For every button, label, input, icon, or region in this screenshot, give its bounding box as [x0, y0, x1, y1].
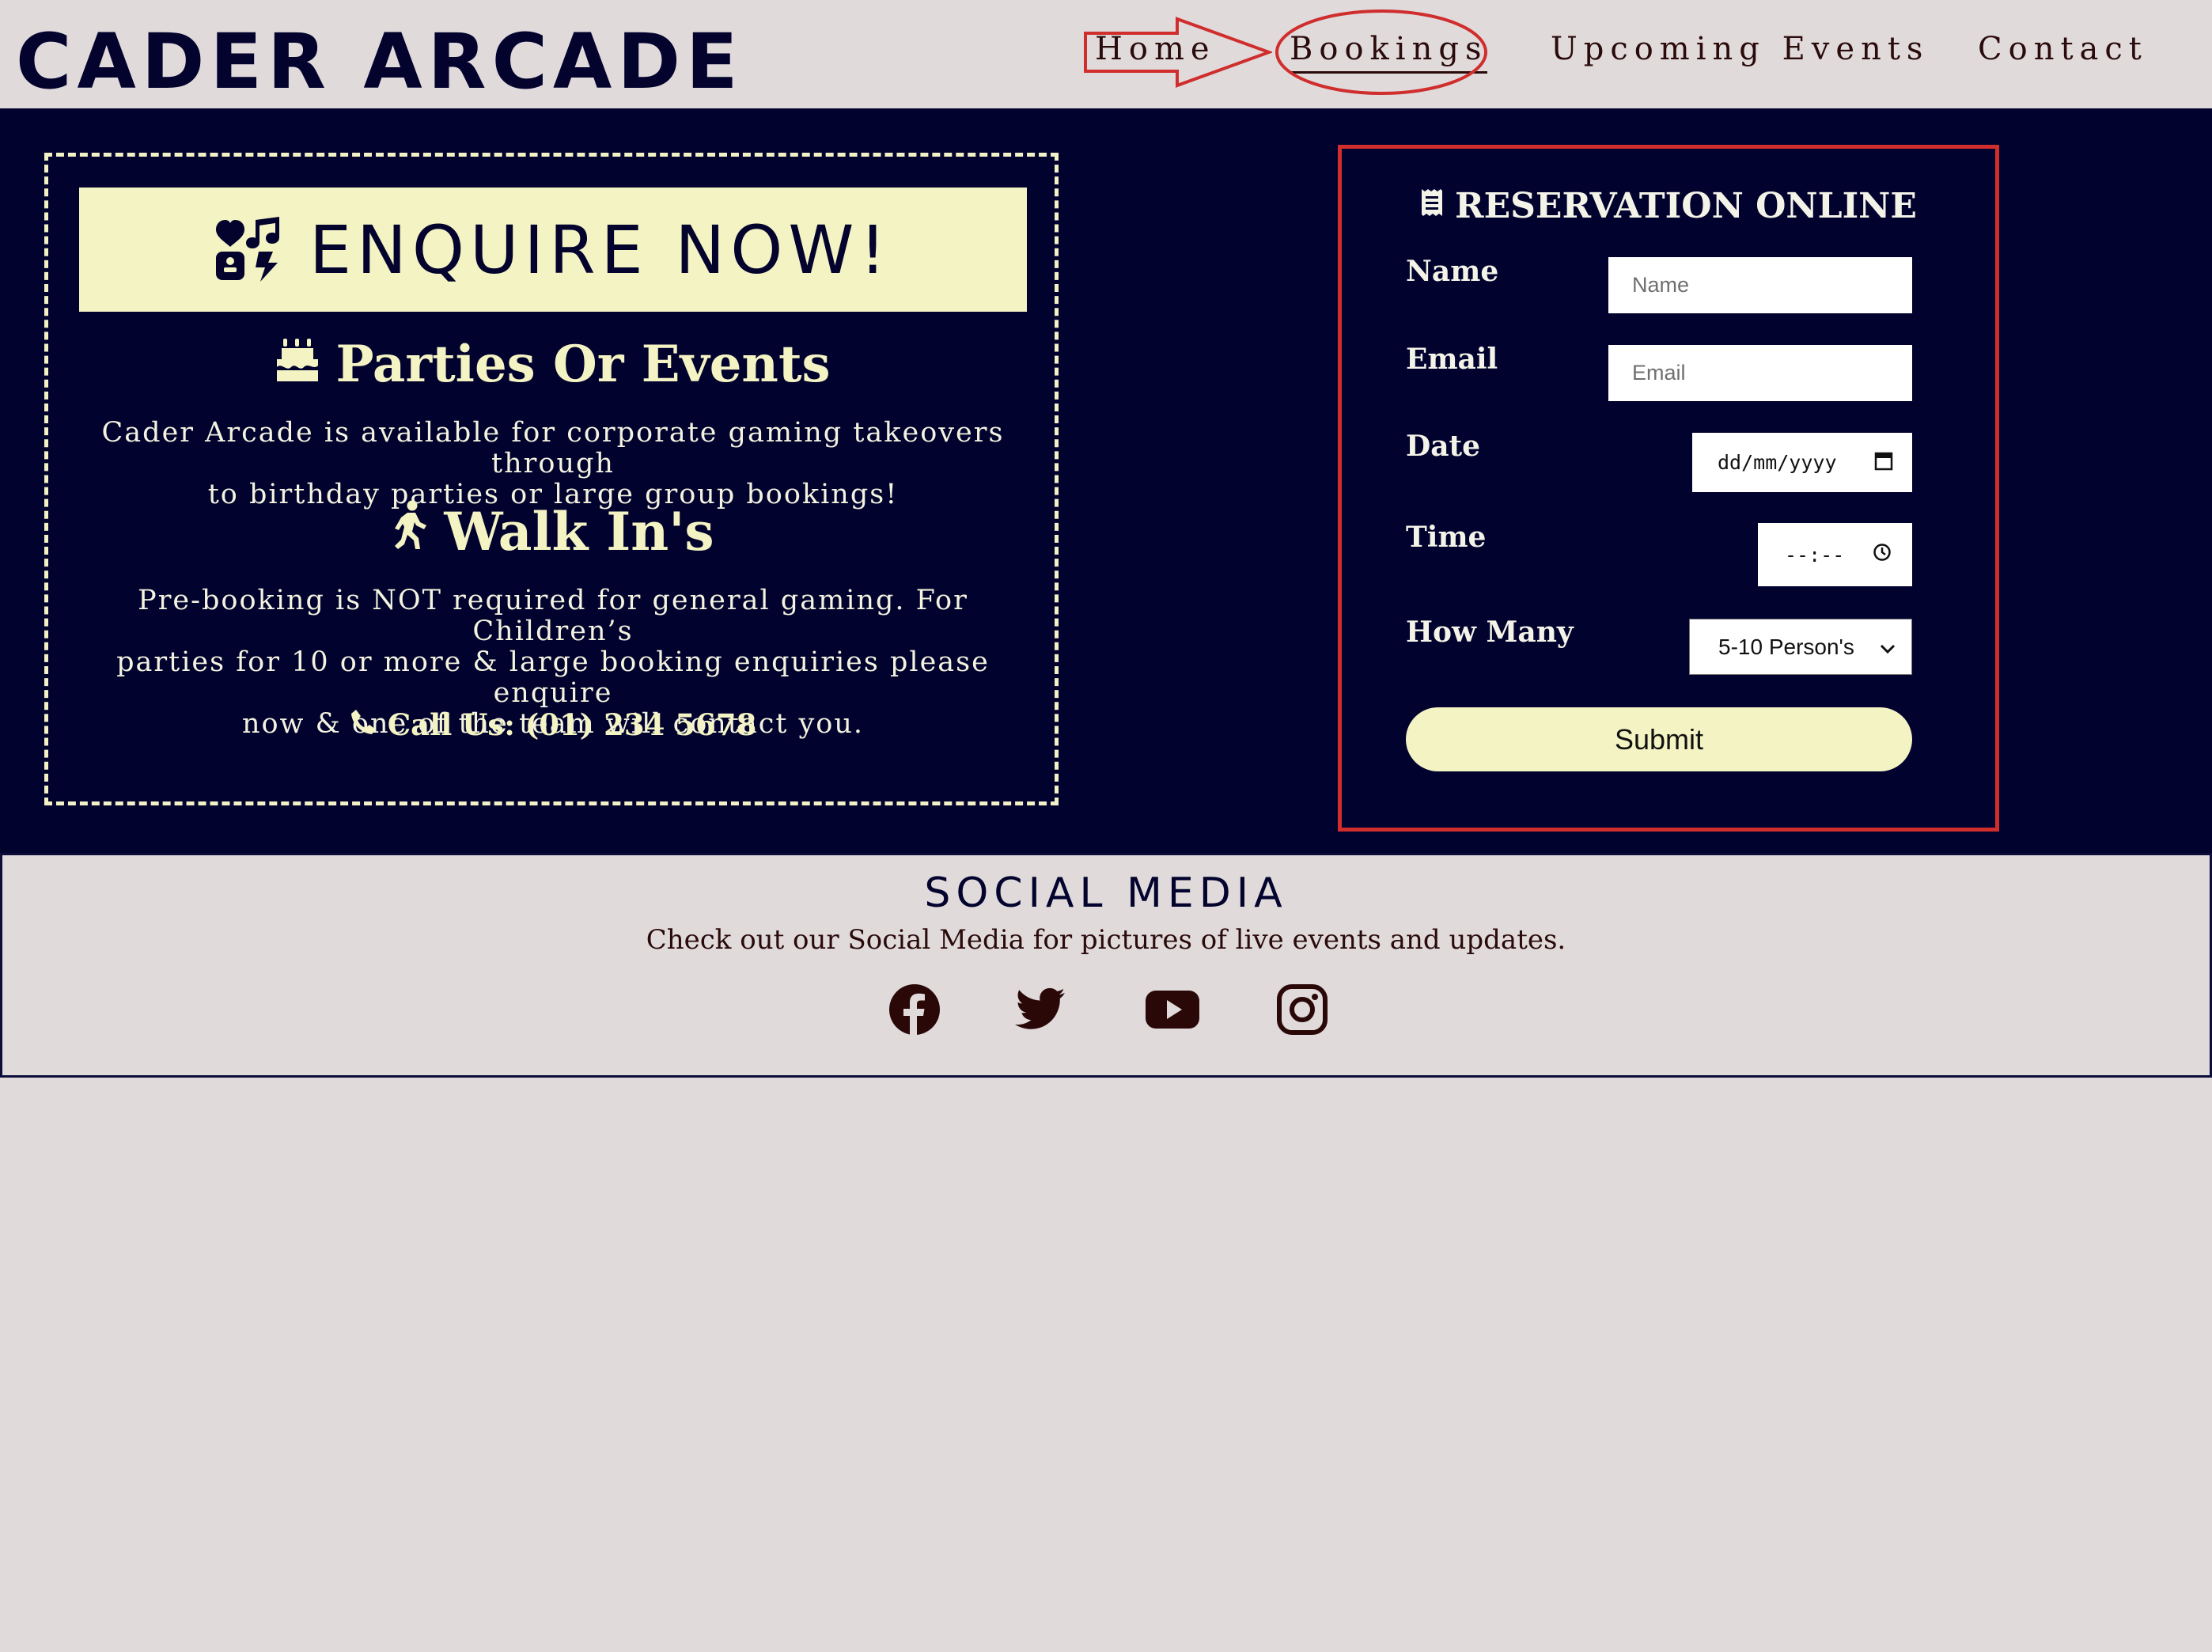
parties-heading: Parties Or Events: [79, 332, 1027, 396]
date-label: Date: [1406, 430, 1481, 463]
nav-home[interactable]: Home: [1095, 27, 1216, 71]
site-header: CADER ARCADE Home Bookings Upcoming Even…: [0, 0, 2212, 108]
parties-line-1: Cader Arcade is available for corporate …: [101, 417, 1005, 479]
date-input[interactable]: dd/mm/yyyy: [1692, 433, 1912, 492]
name-input[interactable]: Name: [1608, 257, 1912, 313]
parties-description: Cader Arcade is available for corporate …: [73, 418, 1033, 510]
walkin-heading-text: Walk In's: [444, 501, 714, 563]
chevron-down-icon: [1880, 635, 1896, 660]
call-us-text: Call Us: (01) 234 5678: [387, 707, 757, 742]
gamepad-music-icon: [214, 215, 281, 285]
calendar-icon[interactable]: [1874, 450, 1893, 476]
how-many-value: 5-10 Person's: [1718, 634, 1854, 659]
reservation-title: RESERVATION ONLINE: [1338, 182, 1999, 229]
walking-person-icon: [392, 500, 428, 563]
submit-button[interactable]: Submit: [1406, 707, 1912, 771]
name-label: Name: [1406, 255, 1499, 288]
social-description: Check out our Social Media for pictures …: [646, 924, 1566, 956]
date-placeholder: dd/mm/yyyy: [1718, 451, 1837, 474]
phone-icon: [350, 707, 377, 742]
email-label: Email: [1406, 343, 1498, 376]
nav-bookings[interactable]: Bookings: [1290, 27, 1488, 74]
walkin-line-2: parties for 10 or more & large booking e…: [116, 646, 990, 709]
walkin-line-1: Pre-booking is NOT required for general …: [138, 585, 968, 647]
nav-contact[interactable]: Contact: [1978, 27, 2148, 71]
receipt-icon: [1420, 186, 1444, 226]
reservation-title-text: RESERVATION ONLINE: [1455, 185, 1917, 226]
walkin-heading: Walk In's: [79, 500, 1027, 563]
clock-icon[interactable]: [1873, 543, 1892, 566]
parties-heading-text: Parties Or Events: [335, 334, 831, 394]
call-us[interactable]: Call Us: (01) 234 5678: [79, 704, 1027, 745]
time-label: Time: [1406, 521, 1487, 554]
nav-upcoming-events[interactable]: Upcoming Events: [1551, 27, 1929, 71]
instagram-icon[interactable]: [1275, 983, 1329, 1036]
how-many-label: How Many: [1406, 616, 1574, 649]
twitter-icon[interactable]: [1014, 983, 1069, 1036]
social-title: SOCIAL MEDIA: [924, 870, 1288, 917]
how-many-select[interactable]: 5-10 Person's: [1689, 619, 1912, 675]
time-placeholder: --:--: [1785, 543, 1845, 566]
youtube-icon[interactable]: [1146, 983, 1199, 1036]
email-input[interactable]: Email: [1608, 345, 1912, 401]
site-logo[interactable]: CADER ARCADE: [16, 14, 744, 109]
facebook-icon[interactable]: [888, 983, 941, 1036]
enquire-title: ENQUIRE NOW!: [309, 210, 892, 289]
birthday-cake-icon: [275, 334, 320, 394]
enquire-banner: ENQUIRE NOW!: [79, 188, 1027, 312]
time-input[interactable]: --:--: [1758, 523, 1912, 586]
